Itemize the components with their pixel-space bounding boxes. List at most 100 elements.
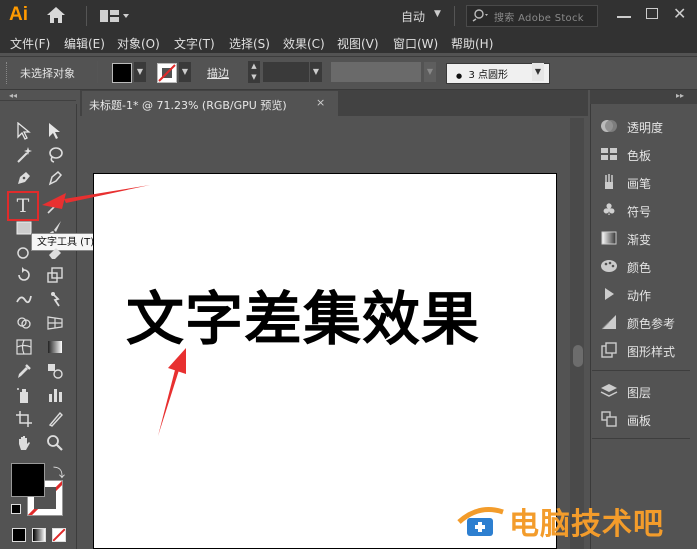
collapse-toolbar-icon[interactable]: ◂◂ bbox=[9, 91, 17, 100]
chevron-down-icon[interactable]: ▼ bbox=[179, 62, 191, 82]
fill-color-swatch[interactable] bbox=[112, 63, 132, 83]
annotation-arrow-icon bbox=[156, 348, 190, 441]
eraser-tool-icon[interactable] bbox=[44, 243, 66, 265]
stroke-weight-input[interactable] bbox=[263, 62, 309, 82]
panel-gradient[interactable]: 渐变 bbox=[627, 231, 651, 248]
stroke-label[interactable]: 描边 bbox=[207, 65, 229, 81]
panel-swatches[interactable]: 色板 bbox=[627, 147, 651, 164]
panel-transparency[interactable]: 透明度 bbox=[627, 119, 663, 136]
artboards-icon bbox=[600, 410, 618, 428]
layers-icon bbox=[600, 382, 618, 400]
stock-search-placeholder: 搜索 Adobe Stock bbox=[494, 13, 584, 24]
pen-tool-icon[interactable] bbox=[13, 169, 35, 191]
panel-group-divider bbox=[592, 370, 690, 371]
vertical-scrollbar[interactable] bbox=[570, 118, 584, 549]
artboard-text[interactable]: 文字差集效果 bbox=[126, 272, 480, 356]
panel-graphic-styles[interactable]: 图形样式 bbox=[627, 343, 675, 360]
menu-file[interactable]: 文件(F) bbox=[10, 35, 50, 52]
color-palette-icon bbox=[600, 257, 618, 275]
menu-effect[interactable]: 效果(C) bbox=[283, 35, 325, 52]
shape-builder-icon[interactable] bbox=[13, 314, 35, 336]
color-guide-icon bbox=[600, 313, 618, 331]
panel-color-guide[interactable]: 颜色参考 bbox=[627, 315, 675, 332]
scale-tool-icon[interactable] bbox=[44, 266, 66, 288]
magic-wand-icon[interactable] bbox=[13, 146, 35, 168]
default-colors-icon[interactable] bbox=[11, 504, 21, 514]
symbol-club-icon: ♣ bbox=[601, 200, 617, 219]
gradient-mode-icon[interactable] bbox=[32, 528, 46, 542]
brush-definition-label: ● 3 点圆形 bbox=[456, 70, 509, 81]
type-tool-icon[interactable]: T bbox=[12, 195, 34, 217]
menu-object[interactable]: 对象(O) bbox=[117, 35, 160, 52]
transparency-icon bbox=[600, 117, 618, 135]
shaper-tool-icon[interactable] bbox=[13, 243, 35, 265]
control-divider bbox=[97, 61, 98, 83]
maximize-icon[interactable] bbox=[646, 8, 658, 19]
blend-tool-icon[interactable] bbox=[44, 362, 66, 384]
document-tab-title: 未标题-1* @ 71.23% (RGB/GPU 预览) bbox=[89, 99, 287, 112]
swap-colors-icon[interactable]: ⤵ bbox=[53, 464, 65, 481]
panel-color[interactable]: 颜色 bbox=[627, 259, 651, 276]
gradient-icon bbox=[600, 229, 618, 247]
play-icon bbox=[600, 285, 618, 303]
panel-layers[interactable]: 图层 bbox=[627, 384, 651, 401]
search-icon bbox=[471, 8, 489, 25]
annotation-arrow-icon bbox=[40, 183, 152, 214]
chevron-down-icon[interactable]: ▼ bbox=[310, 62, 322, 82]
gradient-tool-icon[interactable] bbox=[44, 338, 66, 360]
menu-window[interactable]: 窗口(W) bbox=[393, 35, 438, 52]
rotate-tool-icon[interactable] bbox=[13, 266, 35, 288]
close-window-icon[interactable]: ✕ bbox=[673, 4, 686, 23]
graphic-styles-icon bbox=[600, 341, 618, 359]
chevron-down-icon[interactable]: ▼ bbox=[134, 62, 146, 82]
watermark-text: 电脑技术吧 bbox=[509, 507, 664, 542]
panel-artboards[interactable]: 画板 bbox=[627, 412, 651, 429]
variable-width-profile[interactable] bbox=[331, 62, 421, 82]
panel-symbols[interactable]: 符号 bbox=[627, 203, 651, 220]
title-divider bbox=[454, 6, 455, 26]
chevron-down-icon[interactable]: ▼ bbox=[532, 63, 544, 81]
selection-status: 未选择对象 bbox=[20, 67, 75, 80]
panel-group-divider bbox=[592, 438, 690, 439]
menu-view[interactable]: 视图(V) bbox=[337, 35, 379, 52]
slice-tool-icon[interactable] bbox=[44, 410, 66, 432]
none-mode-icon[interactable] bbox=[52, 528, 66, 542]
title-divider bbox=[86, 6, 87, 26]
puppet-warp-icon[interactable] bbox=[44, 290, 66, 312]
direct-selection-tool-icon[interactable] bbox=[44, 122, 66, 144]
arrange-documents-icon[interactable] bbox=[100, 9, 130, 26]
menu-select[interactable]: 选择(S) bbox=[229, 35, 270, 52]
symbol-sprayer-icon[interactable] bbox=[13, 386, 35, 408]
control-grip[interactable] bbox=[6, 62, 10, 84]
hand-tool-icon[interactable] bbox=[13, 434, 35, 456]
chevron-down-icon[interactable]: ▼ bbox=[424, 62, 436, 82]
perspective-grid-icon[interactable] bbox=[44, 314, 66, 336]
column-graph-icon[interactable] bbox=[44, 386, 66, 408]
panel-brushes[interactable]: 画笔 bbox=[627, 175, 651, 192]
zoom-tool-icon[interactable] bbox=[44, 434, 66, 456]
chevron-down-icon[interactable]: ▼ bbox=[434, 9, 441, 19]
mesh-tool-icon[interactable] bbox=[13, 338, 35, 360]
expand-panels-icon[interactable]: ▸▸ bbox=[676, 91, 684, 100]
warp-tool-icon[interactable] bbox=[13, 290, 35, 312]
artboard-tool-icon[interactable] bbox=[13, 410, 35, 432]
lasso-icon[interactable] bbox=[44, 146, 66, 168]
workspace-switcher[interactable]: 自动 bbox=[401, 8, 425, 25]
close-tab-icon[interactable]: × bbox=[316, 96, 325, 109]
selection-tool-icon[interactable] bbox=[13, 121, 35, 144]
color-mode-icon[interactable] bbox=[12, 528, 26, 542]
minimize-icon[interactable] bbox=[617, 16, 631, 18]
ai-logo: Ai bbox=[9, 4, 28, 25]
menu-edit[interactable]: 编辑(E) bbox=[64, 35, 105, 52]
panel-actions[interactable]: 动作 bbox=[627, 287, 651, 304]
menu-help[interactable]: 帮助(H) bbox=[451, 35, 493, 52]
scrollbar-thumb[interactable] bbox=[573, 345, 583, 367]
menu-type[interactable]: 文字(T) bbox=[174, 35, 215, 52]
swatches-icon bbox=[600, 145, 618, 163]
fill-color-box[interactable] bbox=[11, 463, 45, 497]
home-icon[interactable] bbox=[46, 6, 66, 27]
watermark-logo-icon bbox=[455, 498, 507, 543]
stroke-weight-stepper[interactable]: ▲ ▼ bbox=[248, 61, 260, 83]
eyedropper-icon[interactable] bbox=[13, 362, 35, 384]
stroke-color-swatch[interactable] bbox=[157, 63, 177, 83]
